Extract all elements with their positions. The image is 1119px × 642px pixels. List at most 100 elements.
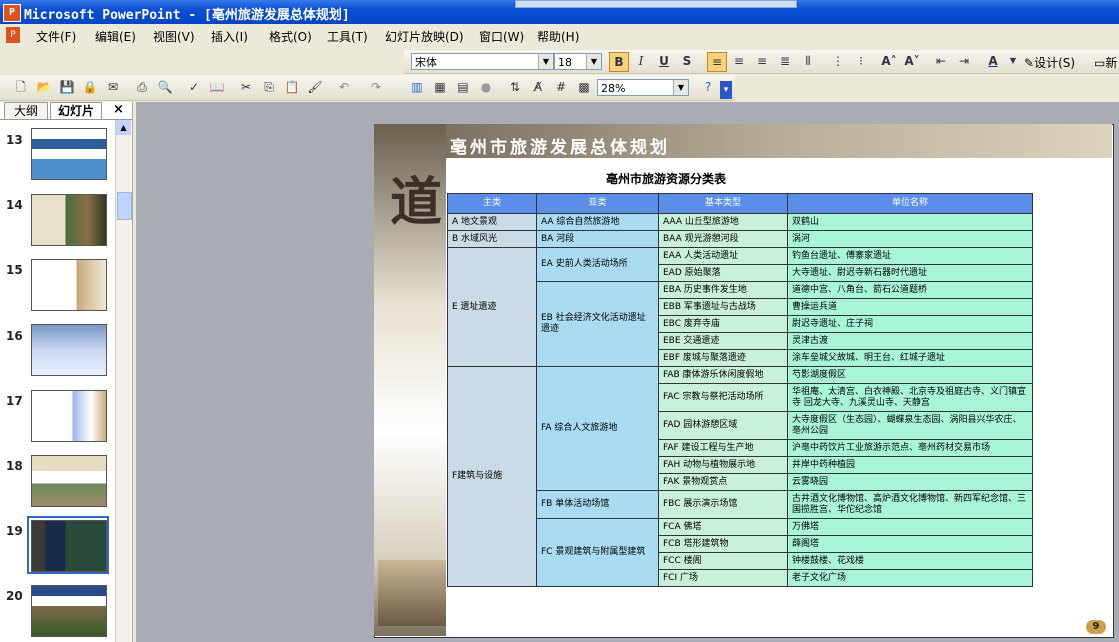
chevron-down-icon: ▼ [673, 80, 688, 95]
menu-file[interactable]: 文件(F) [36, 28, 76, 45]
increase-font-icon[interactable]: A˄ [880, 52, 898, 70]
document-icon[interactable]: P [6, 27, 20, 43]
color-grayscale-icon[interactable]: ▩ [575, 78, 593, 96]
tab-slides[interactable]: 幻灯片 [50, 102, 102, 120]
copy-icon[interactable]: ⎘ [260, 78, 278, 96]
new-document-icon[interactable]: 🗋 [12, 78, 30, 96]
slide-thumbnail[interactable] [31, 194, 107, 246]
formatting-toolbar: 宋体 ▼ 18 ▼ B I U S ≡ ≡ ≡ ≣ ⫴ ⋮ ⁝ A˄ A˅ ⇤ ⇥ … [404, 50, 1119, 74]
table-cell: FC 景观建筑与附属型建筑 [536, 518, 659, 587]
menu-help[interactable]: 帮助(H) [537, 28, 579, 45]
close-icon[interactable]: × [113, 102, 124, 117]
insert-hyperlink-icon[interactable]: ● [477, 78, 495, 96]
slide-thumbnail[interactable] [31, 585, 107, 637]
menu-window[interactable]: 窗口(W) [479, 28, 524, 45]
tab-outline[interactable]: 大纲 [4, 102, 48, 120]
menu-edit[interactable]: 编辑(E) [95, 28, 136, 45]
toolbar-options-icon[interactable]: ▾ [720, 81, 732, 99]
distribute-icon[interactable]: ⫴ [799, 52, 817, 70]
column-header: 基本类型 [658, 193, 788, 214]
print-icon[interactable]: ⎙ [133, 78, 151, 96]
table-cell: BA 河段 [536, 230, 659, 248]
insert-chart-icon[interactable]: ▥ [408, 78, 426, 96]
scroll-thumb[interactable] [117, 192, 132, 220]
slide-number: 17 [6, 394, 23, 408]
table-cell: 薛阁塔 [787, 535, 1033, 553]
menu-view[interactable]: 视图(V) [153, 28, 195, 45]
table-cell: B 水域风光 [447, 230, 537, 248]
align-center-icon[interactable]: ≡ [730, 52, 748, 70]
save-icon[interactable]: 💾 [58, 78, 76, 96]
table-cell: EAA 人类活动遗址 [658, 247, 788, 265]
font-size-select[interactable]: 18 ▼ [554, 53, 602, 70]
menu-insert[interactable]: 插入(I) [211, 28, 248, 45]
align-right-icon[interactable]: ≡ [753, 52, 771, 70]
shadow-button[interactable]: S [678, 52, 696, 70]
column-header: 亚类 [536, 193, 659, 214]
chevron-down-icon[interactable]: ▼ [1004, 52, 1022, 70]
scrollbar[interactable]: ▲ [115, 120, 132, 642]
show-formatting-icon[interactable]: A̸ [529, 78, 547, 96]
table-cell: FBC 展示演示场馆 [658, 490, 788, 519]
scroll-up-icon[interactable]: ▲ [116, 120, 131, 135]
bold-button[interactable]: B [609, 52, 629, 72]
bullets-icon[interactable]: ⁝ [852, 52, 870, 70]
slide-thumbnail[interactable] [31, 259, 107, 311]
format-painter-icon[interactable]: 🖌 [306, 78, 324, 96]
decrease-font-icon[interactable]: A˅ [903, 52, 921, 70]
tables-borders-icon[interactable]: ▤ [454, 78, 472, 96]
italic-button[interactable]: I [632, 52, 650, 70]
cut-icon[interactable]: ✂ [237, 78, 255, 96]
align-left-icon[interactable]: ≡ [707, 52, 727, 72]
research-icon[interactable]: 📖 [208, 78, 226, 96]
table-cell: E 遗址遗迹 [447, 247, 537, 367]
numbering-icon[interactable]: ⋮ [829, 52, 847, 70]
divider [0, 119, 132, 120]
font-select[interactable]: 宋体 ▼ [411, 53, 554, 70]
table-cell: EBB 军事遗址与古战场 [658, 298, 788, 316]
increase-indent-icon[interactable]: ⇥ [955, 52, 973, 70]
new-slide-button[interactable]: ▭新 [1094, 54, 1117, 71]
table-cell: 道德中宫、八角台、箭石公道题桥 [787, 281, 1033, 299]
justify-icon[interactable]: ≣ [776, 52, 794, 70]
table-cell: BAA 观光游憩河段 [658, 230, 788, 248]
menu-tools[interactable]: 工具(T) [327, 28, 368, 45]
slide-thumbnail[interactable] [31, 390, 107, 442]
email-icon[interactable]: ✉ [104, 78, 122, 96]
print-preview-icon[interactable]: 🔍 [156, 78, 174, 96]
spelling-icon[interactable]: ✓ [185, 78, 203, 96]
help-icon[interactable]: ? [699, 78, 717, 96]
table-cell: 沪亳中药饮片工业旅游示范点、亳州药材交易市场 [787, 439, 1033, 457]
slide-number: 14 [6, 198, 23, 212]
redo-icon[interactable]: ↷ [367, 78, 385, 96]
powerpoint-app-icon[interactable]: P [3, 4, 21, 22]
insert-table-icon[interactable]: ▦ [431, 78, 449, 96]
menu-format[interactable]: 格式(O) [269, 28, 312, 45]
zoom-select[interactable]: 28% ▼ [597, 79, 689, 96]
show-grid-icon[interactable]: # [552, 78, 570, 96]
column-header: 单位名称 [787, 193, 1033, 214]
table-cell: 钟楼鼓楼、花戏楼 [787, 552, 1033, 570]
expand-all-icon[interactable]: ⇅ [506, 78, 524, 96]
slide-thumbnail-selected[interactable] [31, 520, 107, 572]
table-cell: EAD 原始聚落 [658, 264, 788, 282]
open-folder-icon[interactable]: 📂 [35, 78, 53, 96]
paste-icon[interactable]: 📋 [283, 78, 301, 96]
design-button[interactable]: ✎设计(S) [1024, 54, 1075, 71]
menu-slideshow[interactable]: 幻灯片放映(D) [385, 28, 464, 45]
table-cell: FB 单体活动场馆 [536, 490, 659, 519]
font-color-icon[interactable]: A [984, 52, 1002, 70]
table-cell: 万佛塔 [787, 518, 1033, 536]
table-cell: FA 综合人文旅游地 [536, 366, 659, 491]
permission-icon[interactable]: 🔒 [81, 78, 99, 96]
slide-page-number: 9 [1086, 620, 1106, 634]
slide-thumbnail[interactable] [31, 324, 107, 376]
undo-icon[interactable]: ↶ [335, 78, 353, 96]
slide-thumbnail[interactable] [31, 128, 107, 180]
table-cell: FAB 康体游乐休闲度假地 [658, 366, 788, 384]
decrease-indent-icon[interactable]: ⇤ [932, 52, 950, 70]
slide-number: 20 [6, 589, 23, 603]
slide-number: 15 [6, 263, 23, 277]
slide-thumbnail[interactable] [31, 455, 107, 507]
underline-button[interactable]: U [655, 52, 673, 70]
